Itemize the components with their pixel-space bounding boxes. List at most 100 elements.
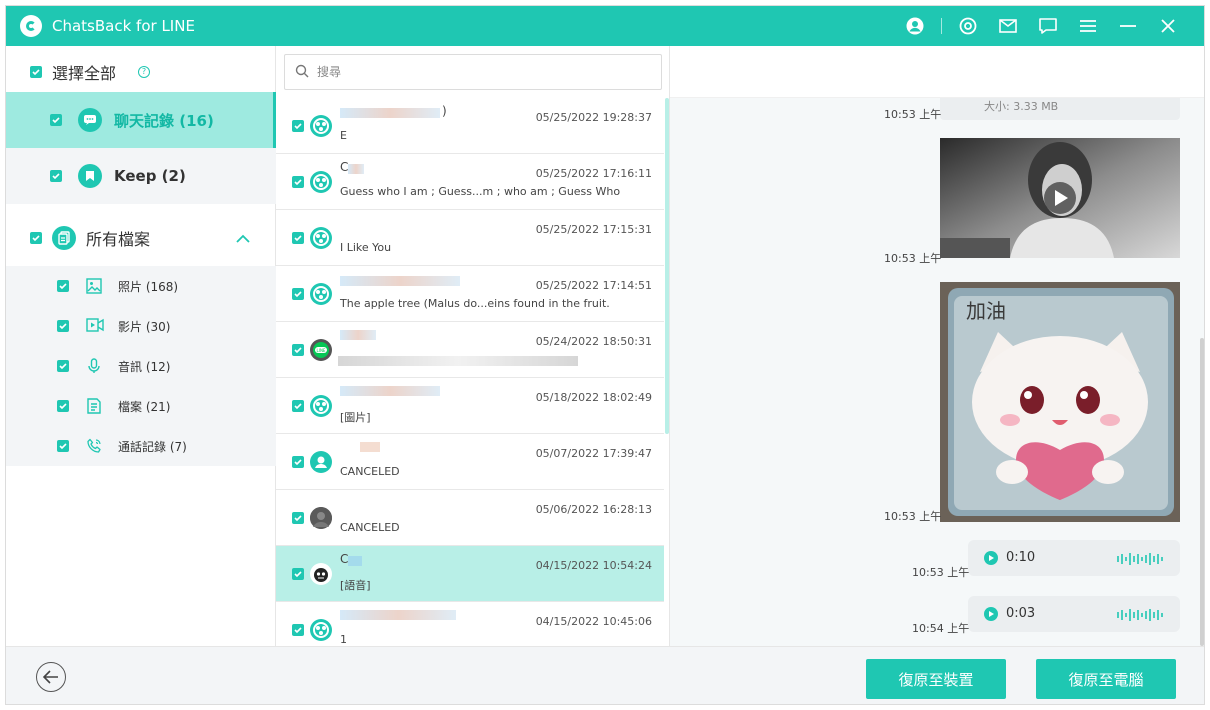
sidebar-item-call-history[interactable]: 通話記錄 (7) — [6, 426, 276, 466]
redacted-name — [348, 556, 362, 566]
feedback-icon[interactable] — [1028, 6, 1068, 46]
chat-row[interactable]: 05/06/2022 16:28:13 CANCELED — [276, 490, 664, 546]
all-files-checkbox[interactable] — [30, 232, 42, 244]
chat-row[interactable]: 05/18/2022 18:02:49 [圖片] — [276, 378, 664, 434]
message-timestamp: 10:53 上午 — [884, 510, 942, 523]
back-button[interactable] — [36, 662, 66, 692]
chat-preview: The apple tree (Malus do...eins found in… — [340, 297, 610, 310]
video-thumbnail[interactable] — [940, 138, 1180, 258]
sidebar-item-keep[interactable]: Keep (2) — [6, 148, 276, 204]
chat-row[interactable]: C 05/25/2022 17:16:11 Guess who I am ; G… — [276, 154, 664, 210]
row-checkbox[interactable] — [292, 456, 304, 468]
call-history-checkbox[interactable] — [57, 440, 69, 452]
message-area: 大小: 3.33 MB 10:53 上午 10:53 上午 加油 10:53 上… — [670, 98, 1204, 646]
chevron-up-icon[interactable] — [236, 228, 250, 247]
chat-row[interactable]: 05/25/2022 17:15:31 I Like You — [276, 210, 664, 266]
audio-checkbox[interactable] — [57, 360, 69, 372]
svg-text:LINE: LINE — [317, 348, 326, 353]
waveform-icon — [1116, 607, 1164, 626]
search-input[interactable] — [317, 65, 617, 79]
chat-row[interactable]: LINE 05/24/2022 18:50:31 — [276, 322, 664, 378]
close-icon[interactable] — [1148, 6, 1188, 46]
help-icon[interactable]: ? — [138, 66, 151, 78]
group-avatar — [310, 395, 332, 417]
sidebar-item-videos[interactable]: 影片 (30) — [6, 306, 276, 346]
select-all[interactable]: 選擇全部 ? — [30, 60, 151, 84]
message-timestamp: 10:53 上午 — [884, 108, 942, 121]
chat-row-selected[interactable]: C 04/15/2022 10:54:24 [語音] — [276, 546, 664, 602]
row-checkbox[interactable] — [292, 512, 304, 524]
row-checkbox[interactable] — [292, 568, 304, 580]
videos-checkbox[interactable] — [57, 320, 69, 332]
audio-message[interactable]: 0:10 — [968, 540, 1180, 576]
search-icon — [295, 63, 309, 82]
chat-time: 05/25/2022 17:16:11 — [535, 167, 652, 180]
row-checkbox[interactable] — [292, 624, 304, 636]
chat-row[interactable]: ) 05/25/2022 19:28:37 E — [276, 98, 664, 154]
group-avatar — [310, 171, 332, 193]
play-icon[interactable] — [984, 551, 998, 565]
image-icon — [86, 278, 102, 297]
photo-avatar — [310, 507, 332, 529]
svg-text:加油: 加油 — [966, 299, 1006, 323]
sidebar-item-chat-history[interactable]: 聊天記錄 (16) — [6, 92, 276, 148]
restore-to-device-button[interactable]: 復原至裝置 — [866, 659, 1006, 699]
message-timestamp: 10:53 上午 — [912, 566, 970, 579]
all-files-label: 所有檔案 — [86, 230, 151, 249]
chat-time: 05/24/2022 18:50:31 — [535, 335, 652, 348]
group-avatar — [310, 283, 332, 305]
all-files-header[interactable]: 所有檔案 — [6, 210, 276, 266]
sidebar-item-label: 檔案 (21) — [118, 399, 171, 414]
mic-icon — [86, 358, 102, 377]
row-checkbox[interactable] — [292, 400, 304, 412]
search-box[interactable] — [284, 54, 662, 90]
app-logo — [20, 15, 42, 37]
audio-message[interactable]: 0:03 — [968, 596, 1180, 632]
row-checkbox[interactable] — [292, 176, 304, 188]
chat-preview: [圖片] — [340, 411, 371, 424]
sidebar-item-photos[interactable]: 照片 (168) — [6, 266, 276, 306]
target-icon[interactable] — [948, 6, 988, 46]
sidebar-item-label: 音訊 (12) — [118, 359, 171, 374]
redacted-name — [340, 108, 440, 118]
chat-time: 05/25/2022 17:14:51 — [535, 279, 652, 292]
sidebar-item-files[interactable]: 檔案 (21) — [6, 386, 276, 426]
conversation-header — [670, 46, 1204, 98]
waveform-icon — [1116, 551, 1164, 570]
chat-preview: E — [340, 129, 347, 142]
redacted-name — [340, 610, 456, 620]
chat-time: 05/06/2022 16:28:13 — [535, 503, 652, 516]
select-all-checkbox[interactable] — [30, 66, 42, 78]
row-checkbox[interactable] — [292, 120, 304, 132]
chat-row[interactable]: 04/15/2022 10:45:06 1 — [276, 602, 664, 646]
conversation-scrollbar[interactable] — [1200, 338, 1204, 646]
photos-checkbox[interactable] — [57, 280, 69, 292]
keep-checkbox[interactable] — [50, 170, 62, 182]
chat-list-panel: ) 05/25/2022 19:28:37 E C 05/25/2022 17:… — [276, 46, 670, 646]
user-icon[interactable] — [895, 6, 935, 46]
file-size-bubble: 大小: 3.33 MB — [940, 98, 1180, 120]
mail-icon[interactable] — [988, 6, 1028, 46]
chat-preview: 1 — [340, 633, 347, 646]
files-checkbox[interactable] — [57, 400, 69, 412]
chat-history-checkbox[interactable] — [50, 114, 62, 126]
restore-to-pc-button[interactable]: 復原至電腦 — [1036, 659, 1176, 699]
row-checkbox[interactable] — [292, 288, 304, 300]
minimize-icon[interactable] — [1108, 6, 1148, 46]
cat-sticker-image[interactable]: 加油 — [940, 282, 1180, 522]
bookmark-icon — [78, 164, 102, 188]
group-avatar — [310, 619, 332, 641]
title-bar: ChatsBack for LINE — [6, 6, 1204, 46]
sidebar-item-label: 通話記錄 (7) — [118, 439, 187, 454]
titlebar-divider — [941, 18, 942, 34]
play-icon[interactable] — [984, 607, 998, 621]
menu-icon[interactable] — [1068, 6, 1108, 46]
row-checkbox[interactable] — [292, 344, 304, 356]
row-checkbox[interactable] — [292, 232, 304, 244]
sidebar-item-audio[interactable]: 音訊 (12) — [6, 346, 276, 386]
chat-list-scrollbar[interactable] — [665, 98, 669, 434]
redacted-name — [340, 330, 376, 340]
chat-row[interactable]: 05/25/2022 17:14:51 The apple tree (Malu… — [276, 266, 664, 322]
video-icon — [86, 318, 104, 335]
chat-row[interactable]: 05/07/2022 17:39:47 CANCELED — [276, 434, 664, 490]
